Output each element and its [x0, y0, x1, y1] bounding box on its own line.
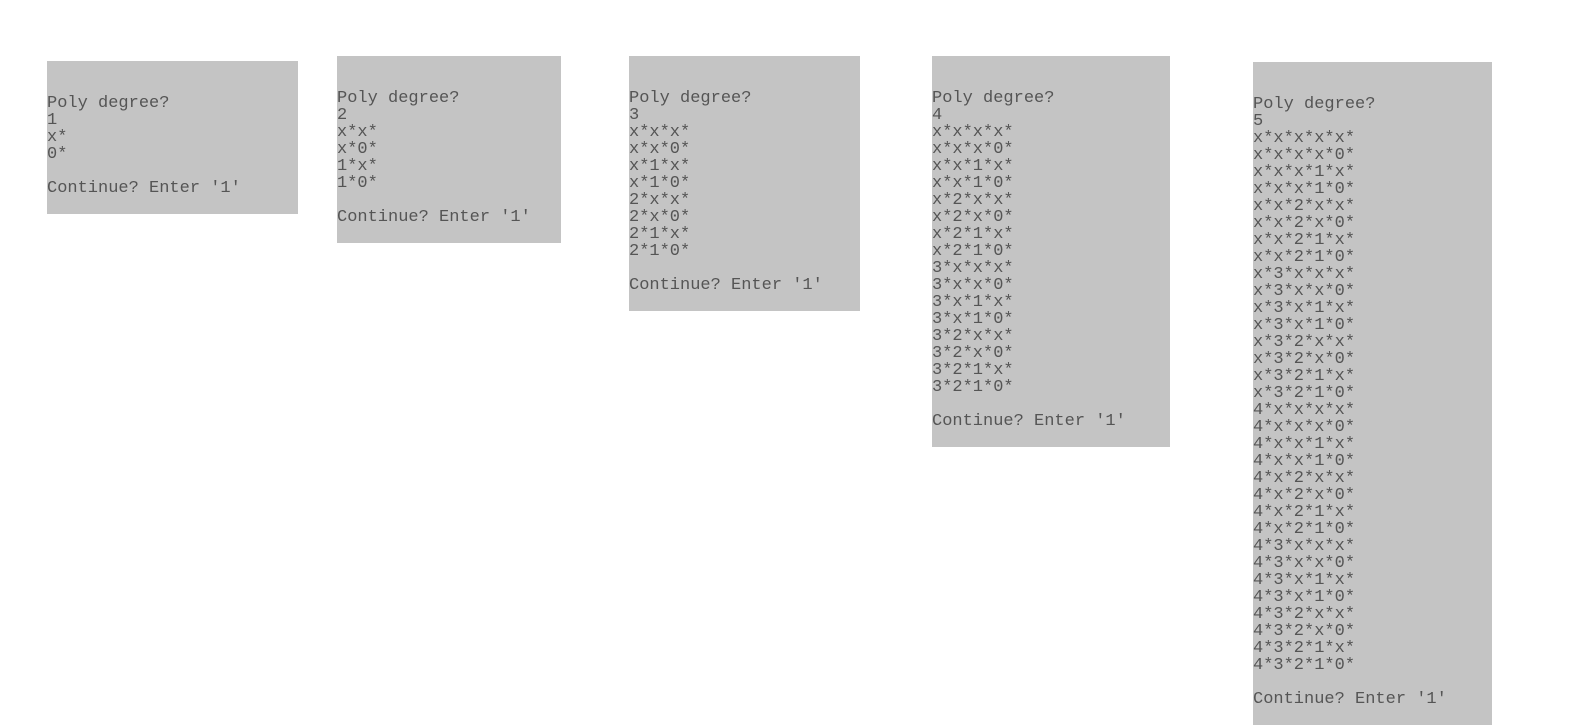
terminal-panel-1: Poly degree? 1 x* 0* Continue? Enter '1' [47, 61, 298, 214]
terminal-output: Poly degree? 2 x*x* x*0* 1*x* 1*0* Conti… [337, 90, 561, 226]
terminal-panel-2: Poly degree? 2 x*x* x*0* 1*x* 1*0* Conti… [337, 56, 561, 243]
terminal-panel-5: Poly degree? 5 x*x*x*x*x* x*x*x*x*0* x*x… [1253, 62, 1492, 725]
terminal-panel-3: Poly degree? 3 x*x*x* x*x*0* x*1*x* x*1*… [629, 56, 860, 311]
terminal-output: Poly degree? 5 x*x*x*x*x* x*x*x*x*0* x*x… [1253, 96, 1492, 708]
terminal-panel-4: Poly degree? 4 x*x*x*x* x*x*x*0* x*x*1*x… [932, 56, 1170, 447]
terminal-output: Poly degree? 4 x*x*x*x* x*x*x*0* x*x*1*x… [932, 90, 1170, 430]
terminal-output: Poly degree? 1 x* 0* Continue? Enter '1' [47, 95, 298, 197]
terminal-output: Poly degree? 3 x*x*x* x*x*0* x*1*x* x*1*… [629, 90, 860, 294]
